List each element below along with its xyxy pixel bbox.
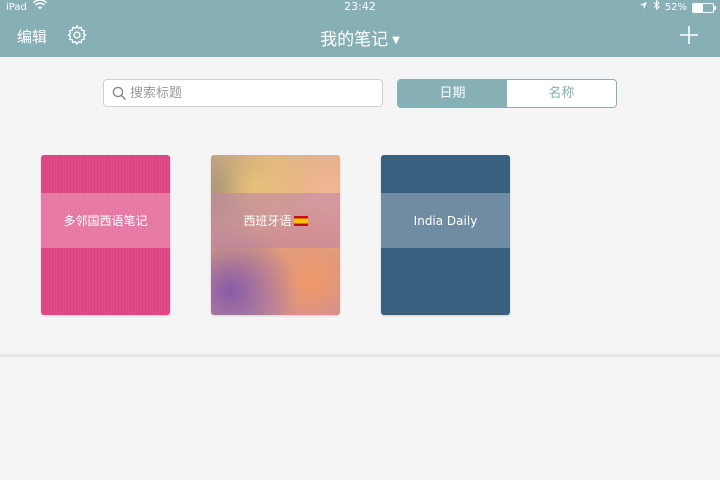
search-icon <box>112 86 127 101</box>
notebook-title-menu[interactable]: 我的笔记 ▼ <box>0 25 720 50</box>
notebook-title: India Daily <box>413 213 478 228</box>
notebook-title: 多邻国西语笔记 <box>63 214 148 228</box>
location-icon <box>639 1 648 15</box>
battery-icon <box>692 3 716 13</box>
chevron-down-icon: ▼ <box>392 34 400 46</box>
bluetooth-icon <box>653 0 660 15</box>
search-bar <box>103 79 383 107</box>
notebook-label-band: 多邻国西语笔记 <box>41 193 170 248</box>
status-bar: iPad 23:42 52% <box>0 0 720 14</box>
plus-icon[interactable] <box>678 24 700 46</box>
sort-segmented-control: 日期 名称 <box>397 79 617 108</box>
navigation-bar: 编辑 我的笔记 ▼ <box>0 14 720 57</box>
spain-flag-icon <box>293 215 308 226</box>
notebook-label-band: 西班牙语 <box>211 193 340 248</box>
notebook-card[interactable]: 西班牙语 <box>211 155 340 315</box>
notebook-card[interactable]: 多邻国西语笔记 <box>41 155 170 315</box>
empty-area <box>0 357 720 480</box>
sort-by-name-tab[interactable]: 名称 <box>507 80 616 107</box>
clock: 23:42 <box>344 0 376 13</box>
notebook-title: 西班牙语 <box>243 214 292 228</box>
top-bar: iPad 23:42 52% 编辑 我的笔记 ▼ <box>0 0 720 57</box>
battery-percent: 52% <box>664 1 687 13</box>
search-input[interactable] <box>130 83 375 103</box>
battery-level <box>693 4 704 12</box>
notebook-label-band: India Daily <box>381 193 510 248</box>
sort-by-date-tab[interactable]: 日期 <box>398 80 507 107</box>
notebook-card[interactable]: India Daily <box>381 155 510 315</box>
page-title: 我的笔记 <box>320 30 389 50</box>
